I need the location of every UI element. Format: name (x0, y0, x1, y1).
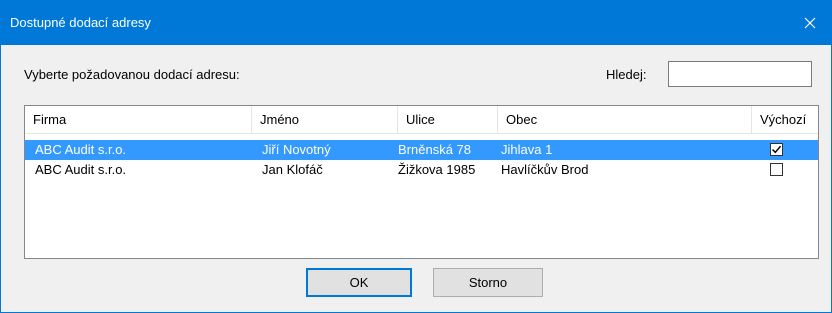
cell-ulice: Brněnská 78 (398, 142, 471, 157)
column-header-firma[interactable]: Firma (25, 106, 252, 133)
search-label: Hledej: (606, 67, 647, 82)
dialog-title: Dostupné dodací adresy (10, 15, 151, 30)
cell-firma: ABC Audit s.r.o. (35, 162, 127, 177)
checkmark-icon (772, 145, 781, 154)
column-header-obec[interactable]: Obec (498, 106, 752, 133)
dialog-window: Dostupné dodací adresy Vyberte požadovan… (0, 0, 832, 313)
cell-ulice: Žižkova 1985 (398, 162, 476, 177)
cell-firma: ABC Audit s.r.o. (35, 142, 127, 157)
table-row[interactable]: ABC Audit s.r.o. Jan Klofáč Žižkova 1985… (25, 160, 818, 180)
list-header: Firma Jméno Ulice Obec Výchozí (25, 106, 818, 134)
column-header-ulice[interactable]: Ulice (398, 106, 498, 133)
default-checkbox[interactable] (770, 163, 783, 176)
column-header-jmeno[interactable]: Jméno (252, 106, 398, 133)
column-header-vychozi[interactable]: Výchozí (752, 106, 818, 133)
cell-jmeno: Jiří Novotný (262, 142, 331, 157)
table-row[interactable]: ABC Audit s.r.o. Jiří Novotný Brněnská 7… (25, 140, 818, 160)
instruction-label: Vyberte požadovanou dodací adresu: (24, 67, 240, 82)
close-button[interactable] (787, 0, 832, 45)
cancel-button[interactable]: Storno (433, 268, 543, 297)
cell-jmeno: Jan Klofáč (262, 162, 323, 177)
cell-obec: Havlíčkův Brod (501, 162, 589, 177)
title-bar: Dostupné dodací adresy (1, 0, 832, 45)
cell-obec: Jihlava 1 (501, 142, 553, 157)
search-input[interactable] (668, 61, 812, 87)
address-list[interactable]: Firma Jméno Ulice Obec Výchozí ABC Audit… (24, 105, 819, 259)
close-icon (804, 17, 816, 29)
default-checkbox[interactable] (770, 143, 783, 156)
ok-button[interactable]: OK (306, 268, 412, 297)
